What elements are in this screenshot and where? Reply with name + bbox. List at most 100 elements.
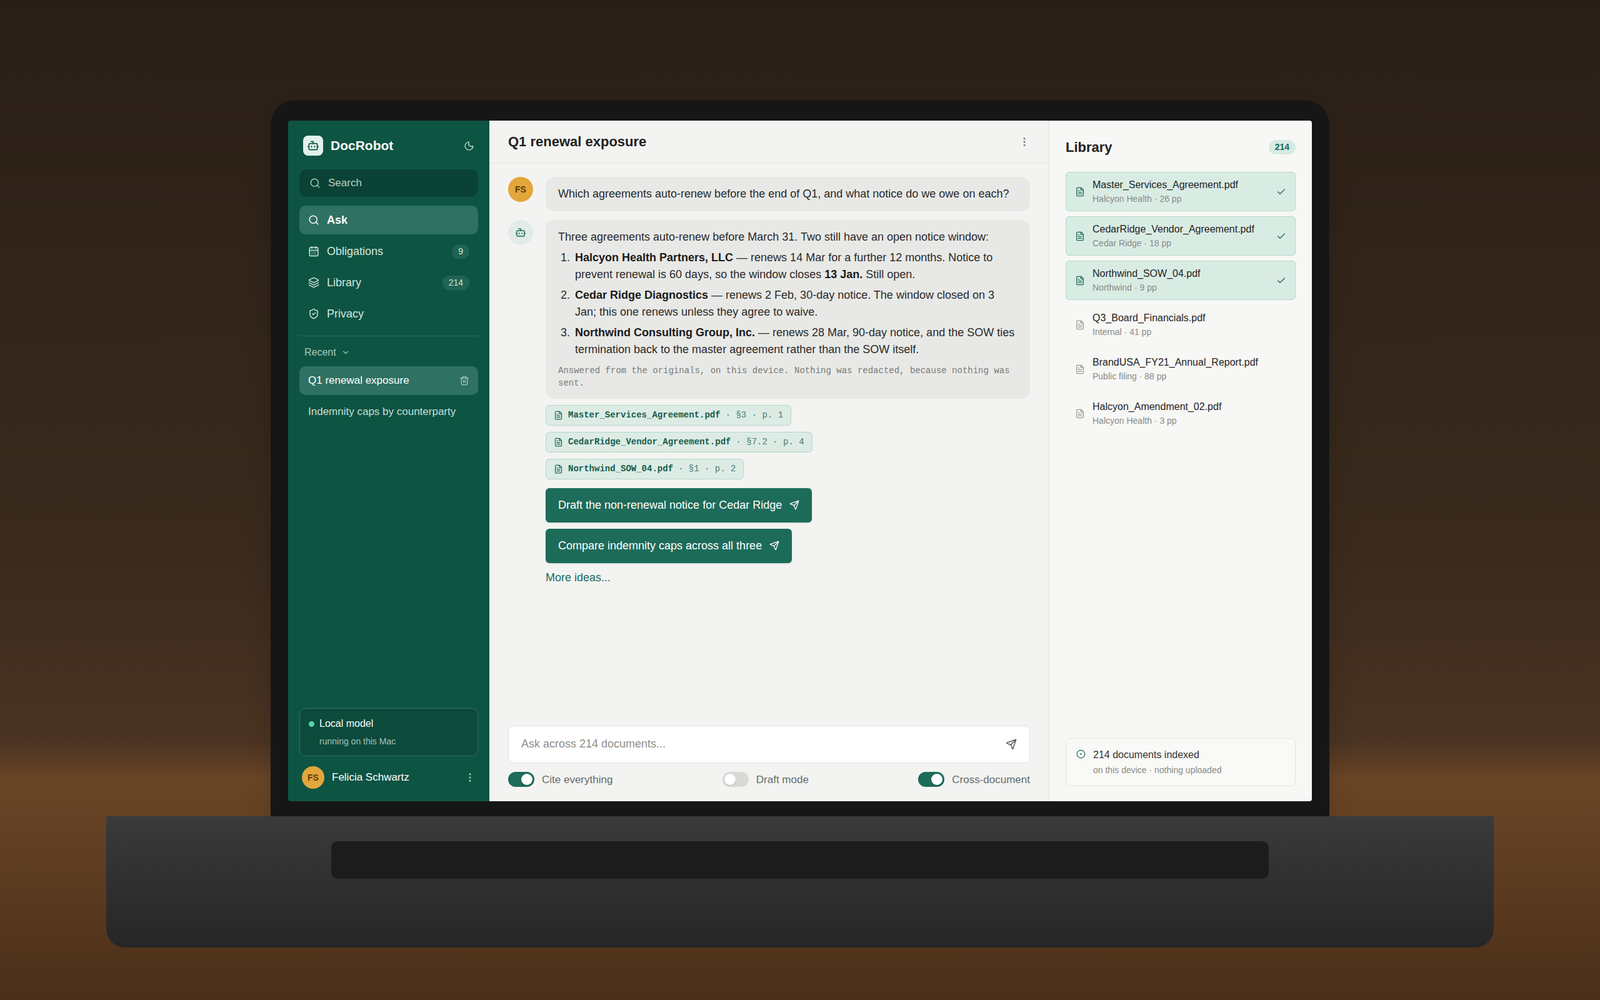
- file-icon: [1075, 320, 1085, 330]
- check-icon: [1276, 186, 1287, 197]
- file-row[interactable]: CedarRidge_Vendor_Agreement.pdfCedar Rid…: [1065, 216, 1296, 256]
- check-icon: [1276, 231, 1287, 242]
- toggle-label: Cite everything: [541, 771, 613, 789]
- message-bubble: Which agreements auto-renew before the e…: [545, 176, 1030, 212]
- assistant-message: Three agreements auto-renew before March…: [508, 220, 1030, 587]
- search-icon: [309, 177, 321, 189]
- chevron-icon: [341, 348, 350, 357]
- bot-avatar: [508, 220, 534, 245]
- file-icon: [1075, 275, 1085, 286]
- user-avatar: FS: [301, 766, 325, 789]
- model-status: Local modelrunning on this Mac: [299, 708, 479, 757]
- recent-header[interactable]: Recent: [299, 345, 479, 360]
- file-icon: [553, 464, 564, 474]
- citation-chip[interactable]: Northwind_SOW_04.pdf· §1 · p. 2: [545, 458, 744, 480]
- recent-item[interactable]: Indemnity caps by counterparty: [299, 397, 479, 427]
- file-icon: [553, 410, 564, 420]
- switch[interactable]: [508, 771, 535, 787]
- app-window: DocRobotSearchAskObligations9Library214P…: [288, 120, 1312, 802]
- check-icon: [1276, 275, 1287, 286]
- recent-list: Q1 renewal exposureIndemnity caps by cou…: [299, 366, 479, 427]
- library-pane: Library214 Master_Services_Agreement.pdfH…: [1048, 120, 1312, 802]
- composer: Ask across 214 documents... Cite everythi…: [489, 718, 1049, 802]
- status-icon: [1076, 749, 1086, 759]
- more-ideas-link[interactable]: More ideas...: [545, 569, 611, 587]
- sidebar-item[interactable]: Obligations9: [299, 236, 479, 266]
- answer-item: 3.Northwind Consulting Group, Inc. — ren…: [558, 324, 1018, 359]
- toggle[interactable]: Cite everything: [508, 771, 613, 789]
- moon-icon[interactable]: [463, 140, 475, 152]
- file-row[interactable]: BrandUSA_FY21_Annual_Report.pdfPublic fi…: [1065, 349, 1296, 389]
- more-icon[interactable]: [464, 771, 476, 784]
- chat-input[interactable]: Ask across 214 documents...: [508, 725, 1030, 764]
- file-list: Master_Services_Agreement.pdfHalcyon Hea…: [1065, 171, 1296, 434]
- answer-item: 2.Cedar Ridge Diagnostics — renews 2 Feb…: [558, 286, 1018, 321]
- answer-footnote: Answered from the originals, on this dev…: [558, 364, 1018, 390]
- send-icon: [789, 500, 800, 510]
- user-avatar: FS: [508, 176, 534, 202]
- search-placeholder: Search: [328, 175, 362, 192]
- bot-icon: [515, 226, 527, 239]
- answer-list: 1.Halcyon Health Partners, LLC — renews …: [558, 249, 1018, 359]
- switch[interactable]: [918, 771, 945, 787]
- count-badge: 9: [451, 244, 470, 259]
- file-icon: [1075, 231, 1085, 242]
- toggle[interactable]: Cross-document: [918, 771, 1030, 789]
- chat-pane: Q1 renewal exposure FS Which agreements au…: [489, 120, 1049, 802]
- file-icon: [1075, 186, 1085, 197]
- citation-chip[interactable]: Master_Services_Agreement.pdf· §3 · p. 1: [545, 405, 792, 426]
- count-badge: 214: [1268, 140, 1296, 155]
- sidebar-item[interactable]: Privacy: [299, 299, 479, 329]
- nav: AskObligations9Library214Privacy: [299, 205, 479, 329]
- citation-chip[interactable]: CedarRidge_Vendor_Agreement.pdf· §7.2 · …: [545, 431, 813, 453]
- file-row[interactable]: Halcyon_Amendment_02.pdfHalcyon Health ·…: [1065, 393, 1296, 434]
- more-icon[interactable]: [1018, 136, 1030, 148]
- switch[interactable]: [722, 771, 749, 787]
- file-icon: [1075, 364, 1085, 375]
- laptop-base: [106, 816, 1494, 948]
- message-bubble: Three agreements auto-renew before March…: [545, 220, 1030, 399]
- chat-title: Q1 renewal exposure: [508, 131, 1019, 152]
- trash-icon[interactable]: [459, 375, 470, 386]
- action-button[interactable]: Draft the non-renewal notice for Cedar R…: [545, 488, 812, 523]
- keyboard: [331, 841, 1269, 879]
- logo-icon: [303, 135, 324, 156]
- toggle-label: Cross-document: [951, 771, 1030, 789]
- laptop-lid: DocRobotSearchAskObligations9Library214P…: [270, 100, 1330, 817]
- brand: DocRobot: [299, 133, 479, 159]
- user-message: FS Which agreements auto-renew before the…: [508, 176, 1030, 212]
- library-header: Library214: [1065, 131, 1296, 162]
- sidebar-item[interactable]: Library214: [299, 268, 479, 297]
- toggle-label: Draft mode: [756, 771, 809, 789]
- file-row[interactable]: Northwind_SOW_04.pdfNorthwind · 9 pp: [1065, 260, 1296, 300]
- status-dot: [308, 721, 315, 727]
- layers-icon: [308, 276, 320, 289]
- toggle-row: Cite everything Draft mode Cross-document: [508, 771, 1030, 789]
- citations: Master_Services_Agreement.pdf· §3 · p. 1…: [545, 405, 1030, 480]
- app-name: DocRobot: [330, 135, 394, 156]
- suggested-actions: Draft the non-renewal notice for Cedar R…: [545, 488, 1030, 587]
- toggle[interactable]: Draft mode: [722, 771, 809, 789]
- sidebar: DocRobot Search AskObligations9Library214P…: [288, 120, 490, 802]
- send-icon[interactable]: [1005, 738, 1017, 750]
- file-row[interactable]: Q3_Board_Financials.pdfInternal · 41 pp: [1065, 305, 1296, 345]
- search-field[interactable]: Search: [299, 169, 479, 197]
- count-badge: 214: [442, 275, 470, 290]
- chat-header: Q1 renewal exposure: [489, 120, 1049, 164]
- calendar-icon: [308, 245, 320, 257]
- shield-icon: [308, 308, 320, 320]
- file-icon: [1075, 408, 1085, 419]
- index-status: 214 documents indexedon this device · no…: [1065, 738, 1296, 787]
- divider: [299, 335, 479, 337]
- photo-scene: DocRobotSearchAskObligations9Library214P…: [0, 0, 1600, 1000]
- file-icon: [553, 437, 564, 447]
- search-icon: [308, 214, 320, 226]
- user-row[interactable]: FSFelicia Schwartz: [299, 766, 479, 789]
- answer-item: 1.Halcyon Health Partners, LLC — renews …: [558, 249, 1018, 284]
- send-icon: [769, 540, 780, 551]
- action-button[interactable]: Compare indemnity caps across all three: [545, 528, 792, 564]
- sidebar-item[interactable]: Ask: [299, 205, 479, 235]
- file-row[interactable]: Master_Services_Agreement.pdfHalcyon Hea…: [1065, 171, 1296, 212]
- messages: FS Which agreements auto-renew before the…: [489, 163, 1049, 719]
- recent-item[interactable]: Q1 renewal exposure: [299, 366, 479, 395]
